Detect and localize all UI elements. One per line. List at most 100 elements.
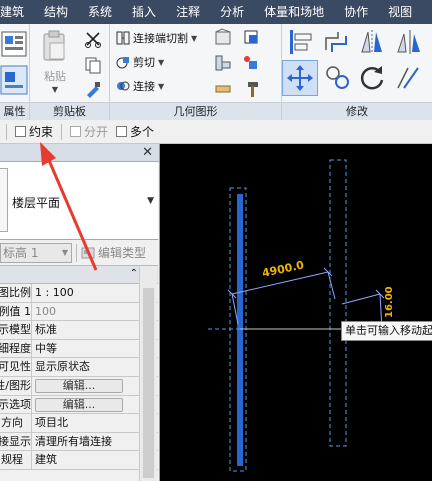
ribbon: 属性 粘贴 ▼ 剪贴板 连接端切割 ▼ 剪切 ▼ 连接 ▼ 几何图形 修改 [0, 24, 432, 120]
property-key: 零件可见性 [0, 358, 32, 376]
property-value[interactable]: 清理所有墙连接 [32, 433, 136, 451]
type-name: 楼层平面 [12, 196, 61, 210]
move-tooltip: 单击可输入移动起点 [341, 321, 432, 341]
property-row[interactable]: 详细程度中等 [0, 339, 158, 359]
properties-header: ✕ [0, 144, 159, 162]
demolish-hammer-icon[interactable] [242, 80, 260, 98]
property-row[interactable]: 显示模型标准 [0, 321, 158, 340]
property-key: 方向 [0, 414, 32, 432]
properties-scrollbar[interactable] [139, 266, 157, 481]
menu-massing-site[interactable]: 体量和场地 [254, 0, 334, 24]
join-button[interactable]: 连接 ▼ [116, 78, 164, 94]
property-value[interactable]: 1 : 100 [32, 284, 136, 302]
property-value[interactable]: 显示原状态 [32, 358, 136, 376]
property-row[interactable]: 视图比例1 : 100 [0, 284, 158, 303]
property-value[interactable]: 中等 [32, 340, 136, 358]
type-selector[interactable]: 楼层平面 ▼ [0, 162, 158, 240]
instance-filter-combo[interactable]: 标高 1 ▼ [0, 242, 72, 263]
property-row[interactable]: 比例值 1:100 [0, 302, 158, 322]
checkbox-box[interactable] [70, 126, 82, 137]
drawing-canvas[interactable]: 4900.0 16.00 单击可输入移动起点 [160, 144, 432, 481]
remove-paint-icon[interactable] [242, 54, 260, 72]
cut-label: 剪切 [133, 56, 155, 69]
edit-type-icon [81, 247, 95, 258]
align-icon[interactable] [286, 28, 314, 56]
panel-title-clipboard: 剪贴板 [30, 102, 109, 120]
instance-separator [76, 243, 77, 262]
edit-type-label: 编辑类型 [98, 246, 147, 260]
menu-insert[interactable]: 插入 [122, 0, 166, 24]
dimension-label-1: 4900.0 [261, 258, 306, 280]
scrollbar-thumb[interactable] [143, 288, 154, 478]
mirror-pick-axis-icon[interactable] [358, 28, 386, 56]
menu-architecture[interactable]: 建筑 [0, 0, 34, 24]
cut-button[interactable]: 剪切 ▼ [116, 54, 164, 70]
join-cut-button[interactable]: 连接端切割 ▼ [116, 30, 197, 46]
menu-collaborate[interactable]: 协作 [334, 0, 378, 24]
options-separator [6, 123, 7, 140]
ribbon-panel-properties: 属性 [0, 24, 30, 120]
property-row[interactable]: 方向 项目北 [0, 414, 158, 433]
trim-extend-icon[interactable] [394, 64, 422, 92]
menu-systems[interactable]: 系统 [78, 0, 122, 24]
rotate-icon[interactable] [358, 64, 386, 92]
paste-button[interactable]: 粘贴 ▼ [44, 68, 66, 94]
canvas-svg: 4900.0 16.00 [208, 159, 395, 472]
menu-analyze[interactable]: 分析 [210, 0, 254, 24]
dimension-tick-1b [323, 267, 333, 277]
property-key: 显示模型 [0, 321, 32, 339]
collapse-icon[interactable]: ⌃ [130, 268, 138, 279]
type-thumbnail [0, 168, 8, 232]
checkbox-box[interactable] [116, 126, 128, 137]
wall-joins-icon[interactable] [214, 54, 232, 72]
copy-element-icon[interactable] [324, 64, 352, 92]
edit-button[interactable]: 编辑... [35, 378, 123, 393]
checkbox-box[interactable] [15, 126, 26, 137]
property-value[interactable]: 标准 [32, 321, 136, 339]
menu-structure[interactable]: 结构 [34, 0, 78, 24]
property-value[interactable]: 建筑 [32, 451, 136, 469]
property-key: 视图比例 [0, 284, 32, 302]
split-face-icon[interactable] [214, 28, 232, 46]
close-icon[interactable]: ✕ [142, 145, 153, 160]
instance-row: 标高 1 ▼ 编辑类型 [0, 240, 158, 266]
disjoin-label: 分开 [84, 125, 109, 139]
properties-icon[interactable] [0, 64, 28, 96]
join-label: 连接 [133, 80, 155, 93]
property-row[interactable]: 零件可见性显示原状态 [0, 358, 158, 377]
offset-icon[interactable] [322, 28, 350, 56]
property-row[interactable]: 墙连接显示清理所有墙连接 [0, 432, 158, 452]
type-properties-icon[interactable] [0, 30, 28, 58]
property-row[interactable]: 可见性/图形...编辑... [0, 376, 158, 396]
paint-icon[interactable] [242, 28, 260, 46]
property-row[interactable]: 规程 建筑 [0, 451, 158, 470]
move-icon [287, 65, 313, 91]
mirror-draw-axis-icon[interactable] [394, 28, 422, 56]
menu-bar: 建筑 结构 系统 插入 注释 分析 体量和场地 协作 视图 [0, 0, 432, 24]
match-properties-icon[interactable] [84, 80, 102, 98]
property-value[interactable]: 项目北 [32, 414, 136, 432]
copy-icon[interactable] [84, 56, 102, 74]
property-value: 编辑... [32, 396, 136, 414]
dimension-line-2 [341, 293, 381, 305]
chevron-down-icon[interactable]: ▼ [147, 196, 154, 206]
property-row[interactable]: 图形显示选项编辑... [0, 395, 158, 415]
menu-annotate[interactable]: 注释 [166, 0, 210, 24]
property-key: 图形显示选项 [0, 395, 32, 414]
options-separator [61, 123, 63, 140]
property-value[interactable]: 100 [32, 303, 136, 321]
menu-view[interactable]: 视图 [378, 0, 422, 24]
edit-button[interactable]: 编辑... [35, 397, 123, 412]
move-button[interactable] [282, 60, 318, 96]
paste-icon[interactable] [40, 30, 68, 64]
edit-type-button[interactable]: 编辑类型 [81, 244, 146, 261]
disjoin-checkbox[interactable]: 分开 [70, 123, 108, 140]
constrain-checkbox[interactable]: 约束 [15, 123, 53, 140]
cut-scissors-icon[interactable] [84, 30, 102, 48]
chevron-down-icon: ▼ [191, 33, 198, 43]
multiple-checkbox[interactable]: 多个 [116, 123, 154, 140]
beam-join-icon[interactable] [214, 80, 232, 98]
multiple-label: 多个 [130, 125, 155, 139]
selection-box-right [329, 159, 347, 447]
section-header[interactable]: ⌃ [0, 266, 158, 284]
